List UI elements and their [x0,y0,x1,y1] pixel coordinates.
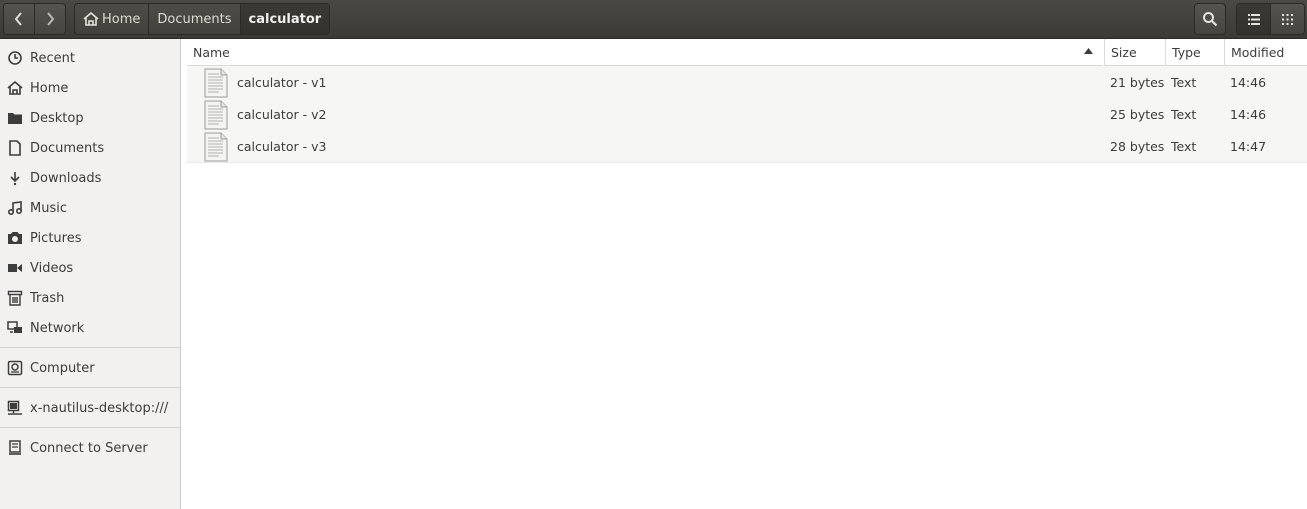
text-file-icon [204,100,228,130]
file-modified: 14:46 [1230,106,1267,122]
sidebar-item-home[interactable]: Home [0,73,180,103]
column-header-name-label: Name [193,44,230,60]
server-icon [0,440,30,456]
file-modified: 14:47 [1230,138,1267,154]
sidebar-item-label: Network [30,320,85,336]
breadcrumb-documents[interactable]: Documents [148,4,240,34]
sidebar-item-label: Recent [30,50,75,66]
breadcrumb-documents-label: Documents [157,11,232,27]
file-name: calculator - v2 [237,106,327,122]
sidebar-item-videos[interactable]: Videos [0,253,180,283]
column-header-modified[interactable]: Modified [1224,39,1307,66]
search-button[interactable] [1194,3,1226,35]
home-icon [83,12,99,26]
column-header-size-label: Size [1111,44,1137,60]
sidebar-item-label: Documents [30,140,105,156]
grid-icon [1282,13,1293,25]
sidebar-item-recent[interactable]: Recent [0,43,180,73]
column-header-type[interactable]: Type [1165,39,1224,66]
file-size: 25 bytes [1110,106,1165,122]
file-list: Name Size Type Modified calculator - v1 … [187,39,1307,509]
sidebar-item-trash[interactable]: Trash [0,283,180,313]
download-icon [0,170,30,186]
sidebar-separator [0,347,180,348]
back-button[interactable] [4,4,34,34]
folder-icon [0,111,30,125]
chevron-right-icon [47,12,55,26]
navigation-buttons [3,3,66,35]
text-file-icon [204,132,228,162]
drive-icon [0,360,30,376]
column-header-name[interactable]: Name [187,39,1103,66]
sidebar-separator [0,427,180,428]
sidebar-item-label: Videos [30,260,74,276]
file-type: Text [1171,74,1197,90]
network-icon [0,320,30,336]
sidebar-item-label: Trash [30,290,65,306]
network-drive-icon [0,400,30,416]
video-icon [0,262,30,274]
column-header-type-label: Type [1172,44,1201,60]
sidebar-item-computer[interactable]: Computer [0,353,180,383]
table-row[interactable]: calculator - v3 28 bytes Text 14:47 [187,130,1307,163]
sidebar-item-pictures[interactable]: Pictures [0,223,180,253]
file-type: Text [1171,106,1197,122]
sidebar-item-label: x-nautilus-desktop:/// [30,400,169,416]
file-name: calculator - v1 [237,74,327,90]
sidebar-item-music[interactable]: Music [0,193,180,223]
breadcrumb-calculator[interactable]: calculator [239,4,330,34]
sidebar-separator [0,387,180,388]
sidebar-item-label: Downloads [30,170,102,186]
breadcrumb-home[interactable]: Home [75,4,149,34]
view-switcher [1236,3,1305,35]
sidebar-item-network[interactable]: Network [0,313,180,343]
sidebar-item-x-nautilus-desktop[interactable]: x-nautilus-desktop:/// [0,393,180,423]
file-size: 21 bytes [1110,74,1165,90]
file-name: calculator - v3 [237,138,327,154]
header-bar: Home Documents calculator [0,0,1307,39]
clock-icon [0,50,30,66]
search-icon [1203,12,1218,27]
sidebar-item-label: Desktop [30,110,84,126]
grid-view-button[interactable] [1270,4,1304,34]
sidebar-item-label: Pictures [30,230,82,246]
file-type: Text [1171,138,1197,154]
file-size: 28 bytes [1110,138,1165,154]
breadcrumb: Home Documents calculator [74,3,331,35]
text-file-icon [204,68,228,98]
breadcrumb-home-label: Home [102,11,141,27]
home-icon [0,81,30,95]
list-view-button[interactable] [1237,4,1270,34]
music-icon [0,200,30,216]
sidebar-item-label: Computer [30,360,95,376]
trash-icon [0,290,30,306]
sidebar-item-label: Connect to Server [30,440,148,456]
sidebar-item-desktop[interactable]: Desktop [0,103,180,133]
sidebar-item-connect-to-server[interactable]: Connect to Server [0,433,180,463]
column-header-size[interactable]: Size [1104,39,1165,66]
sidebar-item-downloads[interactable]: Downloads [0,163,180,193]
column-header-modified-label: Modified [1231,44,1285,60]
table-row[interactable]: calculator - v1 21 bytes Text 14:46 [187,66,1307,99]
sidebar-item-documents[interactable]: Documents [0,133,180,163]
chevron-left-icon [14,12,22,26]
sidebar-item-label: Home [30,80,69,96]
sidebar: Recent Home Desktop Documents Downloads … [0,39,181,509]
table-row[interactable]: calculator - v2 25 bytes Text 14:46 [187,98,1307,131]
sidebar-item-label: Music [30,200,67,216]
file-modified: 14:46 [1230,74,1267,90]
breadcrumb-calculator-label: calculator [248,11,322,27]
camera-icon [0,231,30,245]
document-icon [0,140,30,156]
list-icon [1247,13,1260,25]
forward-button[interactable] [34,4,65,34]
sort-ascending-icon [1084,48,1093,54]
